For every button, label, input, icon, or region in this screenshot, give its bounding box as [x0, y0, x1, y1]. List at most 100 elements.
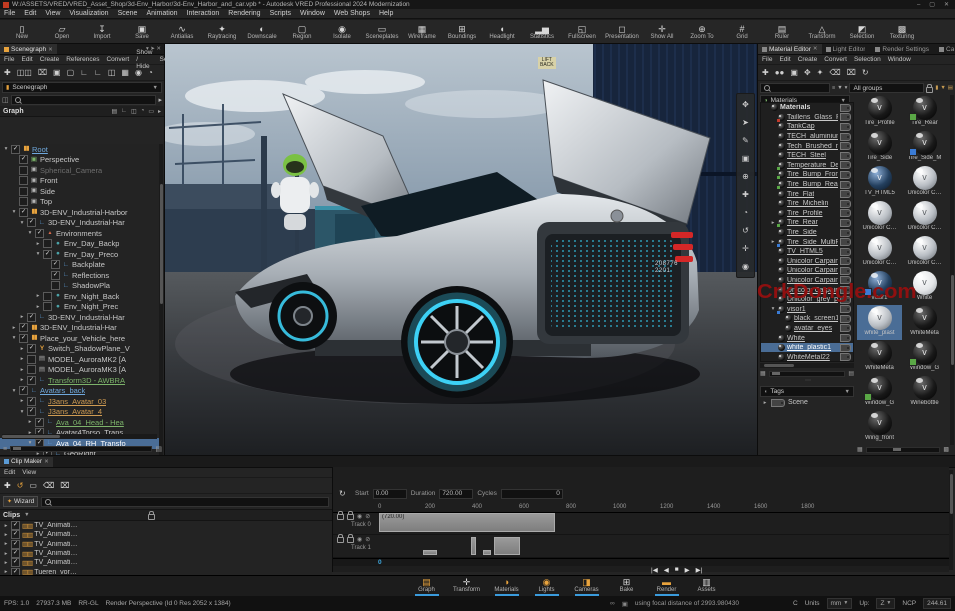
- clip-name[interactable]: TV_Animati…: [34, 531, 77, 538]
- visibility-checkbox[interactable]: [27, 218, 36, 227]
- cycles-input[interactable]: 0: [501, 489, 563, 499]
- transport-button[interactable]: |◀: [651, 566, 658, 574]
- material-name[interactable]: Taillens_Glass_Red: [787, 114, 838, 121]
- material-row[interactable]: black_screen1: [761, 314, 853, 324]
- tree-row[interactable]: Transform3D - AWBRA: [0, 375, 160, 386]
- scenegraph-toolbar-icon[interactable]: ∟: [94, 68, 102, 77]
- clip-name[interactable]: TV_Animati…: [34, 541, 77, 548]
- scenegraph-menu-item[interactable]: Show / Hide: [136, 49, 152, 70]
- material-name[interactable]: TankCap: [787, 123, 815, 130]
- material-name[interactable]: Unicolor Carpaint_si: [787, 258, 838, 265]
- tag-icon[interactable]: [840, 142, 851, 150]
- toolbar-button[interactable]: ◐ Downscale: [242, 21, 282, 43]
- material-row[interactable]: White: [761, 333, 853, 343]
- material-name[interactable]: Tire_Bump_Rear: [787, 181, 838, 188]
- expander-icon[interactable]: [11, 388, 17, 394]
- tag-icon[interactable]: [840, 171, 851, 179]
- material-menu-item[interactable]: Window: [888, 56, 911, 63]
- menu-item[interactable]: Scene: [118, 10, 138, 17]
- material-toolbar-icon[interactable]: ✚: [762, 68, 769, 77]
- tree-node-label[interactable]: Perspective: [40, 155, 79, 164]
- filter-icon[interactable]: ◫: [2, 96, 9, 104]
- units-select[interactable]: mm▼: [827, 598, 853, 609]
- material-thumbnail[interactable]: v Unicolor C…: [902, 235, 947, 270]
- minimize-button[interactable]: –: [914, 2, 923, 8]
- visibility-checkbox[interactable]: [43, 302, 52, 311]
- tag-icon[interactable]: [840, 161, 851, 169]
- link-icon[interactable]: ∞: [610, 600, 615, 607]
- material-name[interactable]: Tire_Rear: [787, 219, 818, 226]
- material-name[interactable]: Materials: [780, 104, 810, 111]
- tree-node-label[interactable]: 3D-ENV_Industrial-Har: [40, 323, 117, 332]
- maximize-button[interactable]: ▢: [926, 1, 938, 8]
- viewport-tool-icon[interactable]: ✥: [742, 96, 749, 113]
- tree-row[interactable]: Ava_04_Head - Hea: [0, 417, 160, 428]
- scenegraph-toolbar-icon[interactable]: ◫◫: [17, 68, 32, 77]
- menu-item[interactable]: Scripts: [270, 10, 291, 17]
- tree-row[interactable]: Env_Night_Back: [0, 291, 160, 302]
- material-row[interactable]: Tire_Side_MultiPass1: [761, 237, 853, 247]
- visibility-checkbox[interactable]: [43, 292, 52, 301]
- material-row[interactable]: Unicolor Carpaint_si: [761, 257, 853, 267]
- scenegraph-menu-item[interactable]: File: [4, 56, 14, 63]
- dock-item[interactable]: ▤ Graph: [410, 576, 444, 596]
- dock-item[interactable]: ✛ Transform: [450, 576, 484, 596]
- visibility-checkbox[interactable]: [19, 176, 28, 185]
- close-button[interactable]: ✕: [941, 1, 952, 8]
- ncp-value[interactable]: 244.61: [923, 598, 951, 609]
- tab-scenegraph[interactable]: Scenegraph: [0, 44, 57, 54]
- toolbar-button[interactable]: ◖ Headlight: [482, 21, 522, 43]
- visibility-checkbox[interactable]: [43, 239, 52, 248]
- clip-menu-item[interactable]: Edit: [4, 469, 15, 476]
- clip-checkbox[interactable]: [11, 549, 20, 558]
- material-filter-icon[interactable]: ▼: [837, 85, 842, 91]
- tag-icon[interactable]: [840, 152, 851, 160]
- tree-node-label[interactable]: Reflections: [72, 271, 109, 280]
- list-size2-icon[interactable]: ▤: [848, 370, 854, 377]
- tree-node-label[interactable]: Env_Night_Prec: [64, 302, 118, 311]
- group-icon[interactable]: ▼: [940, 85, 945, 91]
- material-thumbnail[interactable]: v Winebottle: [902, 375, 947, 410]
- material-row[interactable]: TECH_Steel: [761, 151, 853, 161]
- material-toolbar-icon[interactable]: ✥: [804, 68, 811, 77]
- clip-toolbar-icon[interactable]: ✚: [4, 481, 11, 490]
- tree-node-label[interactable]: J3ans_Avatar_03: [48, 397, 106, 406]
- tree-node-label[interactable]: Env_Day_Backp: [64, 239, 119, 248]
- clip-checkbox[interactable]: [11, 540, 20, 549]
- expander-icon[interactable]: [770, 239, 776, 245]
- scene-tag-row[interactable]: Scene: [760, 397, 854, 408]
- scenegraph-menu-item[interactable]: Edit: [21, 56, 32, 63]
- material-menu-item[interactable]: File: [762, 56, 772, 63]
- material-thumbnail[interactable]: v TV_HTML5: [857, 165, 902, 200]
- tag-icon[interactable]: [840, 315, 851, 323]
- up-axis-select[interactable]: Z▼: [876, 598, 895, 609]
- material-name[interactable]: avatar_eyes: [794, 325, 832, 332]
- dock-item[interactable]: ▥ Assets: [690, 576, 724, 596]
- tag-icon[interactable]: [840, 229, 851, 237]
- material-menu-item[interactable]: Selection: [854, 56, 881, 63]
- tree-node-label[interactable]: 3D-ENV_Industrial-Har: [48, 313, 125, 322]
- clip-toolbar-icon[interactable]: ↺: [17, 481, 24, 490]
- editor-tab[interactable]: Light Editor: [822, 44, 872, 54]
- menu-item[interactable]: Animation: [146, 10, 177, 17]
- tree-row[interactable]: Backplate: [0, 260, 160, 271]
- expander-icon[interactable]: [19, 314, 25, 320]
- scenegraph-search[interactable]: [11, 95, 157, 105]
- scenegraph-toolbar-icon[interactable]: ⌧: [38, 68, 47, 77]
- toolbar-button[interactable]: ◻ Presentation: [602, 21, 642, 43]
- wizard-button[interactable]: ✦ Wizard: [3, 496, 38, 507]
- viewport-tool-icon[interactable]: ✎: [742, 132, 749, 149]
- graph-header-icon[interactable]: ▭: [148, 108, 154, 115]
- material-thumbnail[interactable]: v Tire_Side_M: [902, 130, 947, 165]
- visibility-checkbox[interactable]: [51, 281, 60, 290]
- tree-row[interactable]: Place_your_Vehicle_here: [0, 333, 160, 344]
- transport-button[interactable]: ■: [675, 566, 679, 574]
- material-row[interactable]: Tire_Rear: [761, 218, 853, 228]
- expander-icon[interactable]: [19, 356, 25, 362]
- toolbar-button[interactable]: △ Transform: [802, 21, 842, 43]
- material-row[interactable]: Materials: [761, 103, 853, 113]
- close-icon[interactable]: [44, 458, 49, 465]
- visibility-checkbox[interactable]: [27, 407, 36, 416]
- material-row[interactable]: Unicolor Carpaint_St: [761, 266, 853, 276]
- material-filter-icon[interactable]: ▾: [845, 85, 848, 91]
